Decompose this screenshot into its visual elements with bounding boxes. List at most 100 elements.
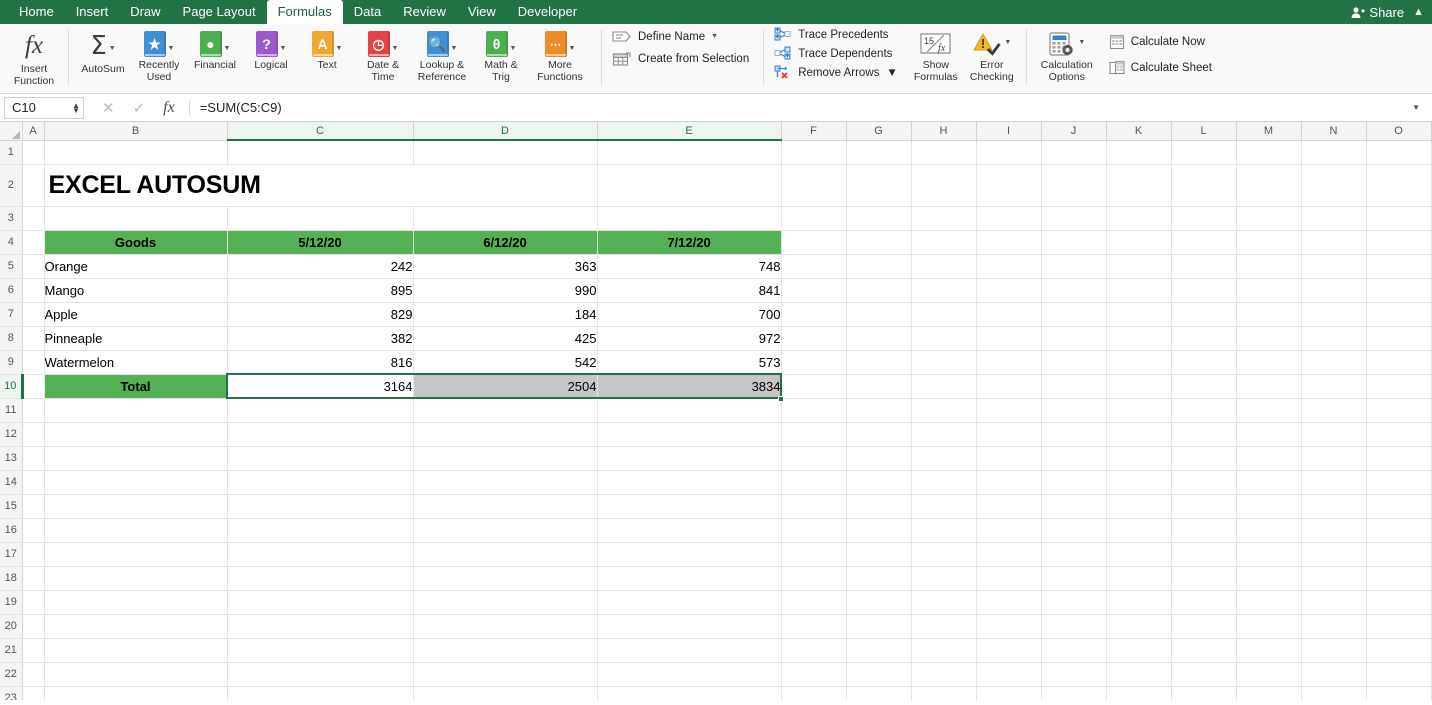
- cell-M20[interactable]: [1236, 614, 1302, 639]
- cell-G20[interactable]: [846, 614, 912, 639]
- cell-A9[interactable]: [22, 350, 45, 375]
- cell-H5[interactable]: [911, 254, 977, 279]
- cell-E19[interactable]: [597, 590, 782, 615]
- chevron-down-icon[interactable]: ▼: [886, 67, 897, 79]
- cell-G8[interactable]: [846, 326, 912, 351]
- cell-B9[interactable]: Watermelon: [43, 350, 228, 375]
- cancel-x-icon[interactable]: ✕: [102, 99, 115, 117]
- cell-O22[interactable]: [1366, 662, 1432, 687]
- chevron-down-icon[interactable]: ▼: [224, 45, 231, 52]
- cell-C21[interactable]: [227, 638, 414, 663]
- cell-M10[interactable]: [1236, 374, 1302, 399]
- cell-B20[interactable]: [44, 614, 228, 639]
- cell-K3[interactable]: [1106, 206, 1172, 231]
- cell-E2[interactable]: [597, 164, 782, 207]
- cell-N8[interactable]: [1301, 326, 1367, 351]
- cell-A6[interactable]: [22, 278, 45, 303]
- cell-B18[interactable]: [44, 566, 228, 591]
- row-header-5[interactable]: 5: [0, 254, 23, 279]
- cell-N10[interactable]: [1301, 374, 1367, 399]
- cell-K13[interactable]: [1106, 446, 1172, 471]
- cell-K11[interactable]: [1106, 398, 1172, 423]
- cell-H18[interactable]: [911, 566, 977, 591]
- cell-C14[interactable]: [227, 470, 414, 495]
- cell-M2[interactable]: [1236, 164, 1302, 207]
- cell-M15[interactable]: [1236, 494, 1302, 519]
- cell-E13[interactable]: [597, 446, 782, 471]
- cell-A23[interactable]: [22, 686, 45, 700]
- cell-O4[interactable]: [1366, 230, 1432, 255]
- chevron-down-icon[interactable]: ▼: [109, 45, 116, 52]
- remove-arrows-button[interactable]: Remove Arrows ▼: [774, 65, 898, 80]
- cell-I9[interactable]: [976, 350, 1042, 375]
- cell-D19[interactable]: [413, 590, 598, 615]
- row-header-3[interactable]: 3: [0, 206, 23, 231]
- cell-M1[interactable]: [1236, 140, 1302, 165]
- cell-H13[interactable]: [911, 446, 977, 471]
- cell-H6[interactable]: [911, 278, 977, 303]
- chevron-down-icon[interactable]: ▼: [451, 45, 458, 52]
- row-header-18[interactable]: 18: [0, 566, 23, 591]
- column-header-D[interactable]: D: [413, 122, 598, 141]
- cell-G11[interactable]: [846, 398, 912, 423]
- cell-F2[interactable]: [781, 164, 847, 207]
- row-header-8[interactable]: 8: [0, 326, 23, 351]
- cell-E17[interactable]: [597, 542, 782, 567]
- cell-A22[interactable]: [22, 662, 45, 687]
- cell-K18[interactable]: [1106, 566, 1172, 591]
- cell-H2[interactable]: [911, 164, 977, 207]
- cell-J16[interactable]: [1041, 518, 1107, 543]
- cell-N15[interactable]: [1301, 494, 1367, 519]
- cell-F22[interactable]: [781, 662, 847, 687]
- cell-D15[interactable]: [413, 494, 598, 519]
- cell-K10[interactable]: [1106, 374, 1172, 399]
- cell-K14[interactable]: [1106, 470, 1172, 495]
- enter-check-icon[interactable]: ✓: [133, 99, 146, 117]
- cell-F13[interactable]: [781, 446, 847, 471]
- cell-A8[interactable]: [22, 326, 45, 351]
- cell-J21[interactable]: [1041, 638, 1107, 663]
- cell-C12[interactable]: [227, 422, 414, 447]
- name-box-spinner[interactable]: ▲ ▼: [72, 101, 80, 114]
- cell-I2[interactable]: [976, 164, 1042, 207]
- cell-I19[interactable]: [976, 590, 1042, 615]
- cell-A18[interactable]: [22, 566, 45, 591]
- cell-D8[interactable]: 425: [413, 326, 598, 351]
- cell-D16[interactable]: [413, 518, 598, 543]
- cell-E11[interactable]: [597, 398, 782, 423]
- cell-I6[interactable]: [976, 278, 1042, 303]
- cell-L2[interactable]: [1171, 164, 1237, 207]
- cell-B23[interactable]: [44, 686, 228, 700]
- cell-N12[interactable]: [1301, 422, 1367, 447]
- cell-L12[interactable]: [1171, 422, 1237, 447]
- cell-K6[interactable]: [1106, 278, 1172, 303]
- ribbon-tab-review[interactable]: Review: [392, 0, 457, 24]
- cell-E7[interactable]: 700: [597, 302, 782, 327]
- cell-K17[interactable]: [1106, 542, 1172, 567]
- cell-N4[interactable]: [1301, 230, 1367, 255]
- insert-function-button[interactable]: fx Insert Function: [6, 28, 62, 87]
- cell-H8[interactable]: [911, 326, 977, 351]
- cell-M17[interactable]: [1236, 542, 1302, 567]
- cell-B8[interactable]: Pinneaple: [43, 326, 228, 351]
- cell-G7[interactable]: [846, 302, 912, 327]
- cell-J5[interactable]: [1041, 254, 1107, 279]
- row-header-2[interactable]: 2: [0, 164, 23, 207]
- cell-A15[interactable]: [22, 494, 45, 519]
- cell-M6[interactable]: [1236, 278, 1302, 303]
- cell-D10[interactable]: 2504: [413, 374, 598, 399]
- cell-E6[interactable]: 841: [597, 278, 782, 303]
- cell-K21[interactable]: [1106, 638, 1172, 663]
- column-header-O[interactable]: O: [1366, 122, 1432, 141]
- cell-C5[interactable]: 242: [227, 254, 414, 279]
- cell-B16[interactable]: [44, 518, 228, 543]
- cell-M7[interactable]: [1236, 302, 1302, 327]
- cell-B15[interactable]: [44, 494, 228, 519]
- cell-D23[interactable]: [413, 686, 598, 700]
- cell-D13[interactable]: [413, 446, 598, 471]
- cell-K8[interactable]: [1106, 326, 1172, 351]
- cell-D12[interactable]: [413, 422, 598, 447]
- chevron-down-icon[interactable]: ▼: [280, 45, 287, 52]
- cell-I10[interactable]: [976, 374, 1042, 399]
- cell-G2[interactable]: [846, 164, 912, 207]
